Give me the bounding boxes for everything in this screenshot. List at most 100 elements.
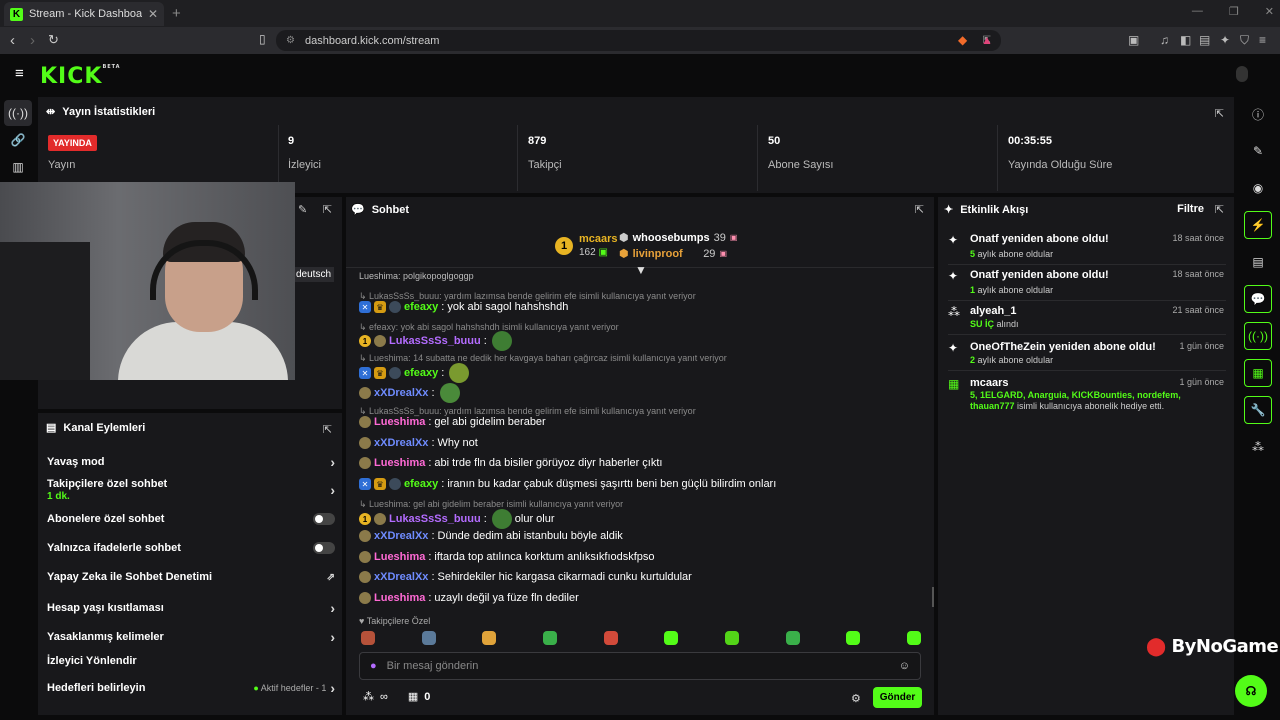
url-field[interactable]: ⚙ dashboard.kick.com/stream ⇱	[276, 30, 1001, 51]
brave-rewards-icon[interactable]: ▲	[981, 33, 993, 47]
close-tab-icon[interactable]: ✕	[148, 7, 158, 21]
activity-event[interactable]: ✦ OneOfTheZein yeniden abone oldu! 1 gün…	[948, 341, 1226, 371]
vpn-icon[interactable]: ⛉	[1240, 33, 1249, 48]
chat-username[interactable]: Lueshima	[374, 457, 425, 469]
store-icon[interactable]: ▦	[1244, 359, 1272, 387]
activity-event[interactable]: ⁂ alyeah_1 21 saat önce SU İÇ alındı	[948, 305, 1226, 335]
popout-icon[interactable]: ⇱	[1215, 203, 1224, 216]
supporter-name[interactable]: whoosebumps	[633, 230, 710, 246]
notes-icon[interactable]: ▤	[1244, 248, 1272, 276]
activity-title: Etkinlik Akışı	[960, 203, 1029, 216]
chat-username[interactable]: Lueshima	[374, 551, 425, 563]
chat-username[interactable]: efeaxy	[404, 478, 438, 490]
shield-badge-icon	[389, 301, 401, 313]
wallet-icon[interactable]: ▤	[1199, 33, 1210, 47]
forward-icon[interactable]: ›	[30, 32, 35, 49]
emote-icon	[491, 331, 512, 351]
action-slow-mode[interactable]: Yavaş mod ›	[47, 454, 335, 470]
emote-only-toggle[interactable]	[313, 542, 335, 554]
chat-username[interactable]: xXDrealXx	[374, 530, 428, 542]
reload-icon[interactable]: ↻	[48, 32, 59, 48]
store-icon[interactable]: ▦	[408, 690, 418, 703]
restore-icon[interactable]: ❐	[1229, 5, 1239, 18]
emote-icon[interactable]	[421, 631, 436, 645]
activity-event[interactable]: ✦ Onatf yeniden abone oldu! 18 saat önce…	[948, 269, 1226, 301]
popout-icon[interactable]: ⇱	[1215, 107, 1224, 120]
help-chat-button[interactable]: ☊	[1235, 675, 1267, 707]
popout-icon[interactable]: ⇱	[323, 423, 332, 436]
action-account-age[interactable]: Hesap yaşı kısıtlaması ›	[47, 600, 335, 616]
avatar[interactable]	[1236, 66, 1248, 82]
emoji-icon[interactable]: ☺	[899, 660, 910, 672]
link-icon[interactable]: 🔗	[4, 127, 32, 153]
brave-shields-icon[interactable]: ◆	[958, 33, 967, 47]
event-time: 1 gün önce	[1179, 341, 1224, 351]
media-icon[interactable]: ♫	[1160, 33, 1169, 47]
emote-icon[interactable]	[846, 631, 861, 645]
supporter-name[interactable]: livinproof	[633, 246, 683, 262]
sub-badge-icon	[374, 335, 386, 347]
stream-broadcast-icon[interactable]: ((·))	[4, 100, 32, 126]
back-icon[interactable]: ‹	[10, 32, 15, 49]
kick-points-icon[interactable]: ⁂	[1244, 433, 1272, 461]
analytics-icon[interactable]: ▥	[4, 154, 32, 180]
microphone-icon[interactable]: ●	[370, 660, 377, 672]
edit-icon[interactable]: ✎	[298, 203, 307, 216]
send-button[interactable]: Gönder	[873, 687, 922, 708]
broadcast-icon[interactable]: ((·))	[1244, 322, 1272, 350]
chat-username[interactable]: Lueshima	[374, 416, 425, 428]
menu-icon[interactable]: ≡	[1259, 33, 1266, 47]
edit-icon[interactable]: ✎	[1244, 137, 1272, 165]
chat-settings-icon[interactable]: ⚙	[851, 692, 861, 705]
hamburger-icon[interactable]: ≡	[15, 65, 24, 82]
action-ai-moderation[interactable]: Yapay Zeka ile Sohbet Denetimi ⇗	[47, 571, 335, 583]
camera-icon[interactable]: ◉	[1244, 174, 1272, 202]
chat-username[interactable]: xXDrealXx	[374, 387, 428, 399]
minimize-icon[interactable]: —	[1192, 5, 1203, 18]
activity-event[interactable]: ✦ Onatf yeniden abone oldu! 18 saat önce…	[948, 233, 1226, 265]
supporter-name[interactable]: mcaars	[579, 232, 618, 246]
kick-logo[interactable]: KICKBETA	[40, 64, 121, 89]
action-raid[interactable]: İzleyici Yönlendir	[47, 655, 335, 667]
chat-input[interactable]: ● Bir mesaj gönderin ☺	[359, 652, 921, 680]
chat-username[interactable]: efeaxy	[404, 301, 438, 313]
action-banned-words[interactable]: Yasaklanmış kelimeler ›	[47, 629, 335, 645]
emote-icon[interactable]	[664, 631, 679, 645]
leo-icon[interactable]: ✦	[1220, 33, 1230, 47]
new-tab-icon[interactable]: +	[172, 5, 181, 22]
site-info-icon[interactable]: ⚙	[286, 35, 295, 46]
sidebar-toggle-icon[interactable]: ◧	[1180, 33, 1191, 47]
chat-username[interactable]: Lueshima	[374, 592, 425, 604]
browser-tab[interactable]: K Stream - Kick Dashboard ✕	[4, 2, 164, 26]
popout-icon[interactable]: ⇱	[915, 203, 924, 216]
emote-icon[interactable]	[482, 631, 497, 645]
lightning-icon[interactable]: ⚡	[1244, 211, 1272, 239]
emote-icon[interactable]	[785, 631, 800, 645]
wrench-icon[interactable]: 🔧	[1244, 396, 1272, 424]
chat-icon[interactable]: 💬	[1244, 285, 1272, 313]
emote-icon[interactable]	[906, 631, 921, 645]
emote-icon[interactable]	[361, 631, 375, 645]
emote-icon[interactable]	[603, 631, 618, 645]
chat-username[interactable]: LukasSsSs_buuu	[389, 513, 481, 525]
info-icon[interactable]: ⓘ	[1244, 100, 1272, 128]
action-followers-only[interactable]: Takipçilere özel sohbet 1 dk. ›	[47, 478, 335, 502]
chat-username[interactable]: xXDrealXx	[374, 437, 428, 449]
subs-only-toggle[interactable]	[313, 513, 335, 525]
close-window-icon[interactable]: ✕	[1265, 5, 1274, 18]
reader-icon[interactable]: ▣	[1128, 33, 1139, 47]
action-label: Takipçilere özel sohbet	[47, 478, 168, 490]
kick-points-icon[interactable]: ⁂	[363, 690, 374, 703]
chat-username[interactable]: LukasSsSs_buuu	[389, 335, 481, 347]
chat-header: 💬 Sohbet	[351, 203, 409, 217]
chat-scrollbar[interactable]	[932, 587, 934, 607]
emote-icon[interactable]	[542, 631, 557, 645]
bookmark-icon[interactable]: ▯	[259, 32, 266, 46]
action-goals[interactable]: Hedefleri belirleyin ● Aktif hedefler - 1…	[47, 680, 335, 696]
chat-username[interactable]: xXDrealXx	[374, 571, 428, 583]
chat-username[interactable]: efeaxy	[404, 367, 438, 379]
emote-icon[interactable]	[724, 631, 739, 645]
activity-event[interactable]: ▦ mcaars 1 gün önce 5, 1ELGARD, Anarguia…	[948, 377, 1226, 417]
filter-button[interactable]: Filtre	[1177, 203, 1204, 215]
popout-icon[interactable]: ⇱	[323, 203, 332, 216]
